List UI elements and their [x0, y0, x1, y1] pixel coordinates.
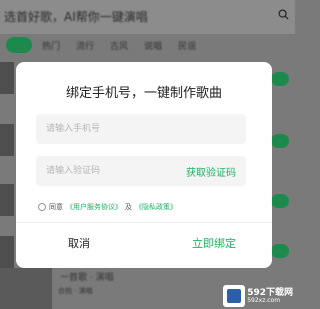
background-thumbnail	[0, 184, 14, 216]
watermark: 592下载网 592xz.com	[223, 285, 293, 307]
phone-field	[36, 114, 246, 144]
bind-now-button[interactable]: 立即绑定	[192, 235, 236, 251]
background-thumbnail	[0, 236, 14, 268]
user-agreement-link[interactable]: 《用户服务协议》	[66, 202, 122, 212]
background-tab: 说唱	[144, 41, 163, 52]
privacy-policy-link[interactable]: 《隐私政策》	[135, 202, 177, 212]
background-tabs: 热门 流行 古风 说唱 民谣	[0, 36, 295, 54]
agree-prefix: 同意	[49, 203, 63, 211]
agree-checkbox[interactable]	[38, 203, 46, 211]
agree-and: 及	[125, 203, 132, 211]
cancel-button[interactable]: 取消	[68, 235, 90, 251]
code-field: 获取验证码	[36, 156, 246, 186]
background-tab: 古风	[110, 41, 129, 52]
agreement-row: 同意 《用户服务协议》 及 《隐私政策》	[38, 201, 258, 213]
background-sing-button	[271, 244, 289, 258]
bind-phone-dialog: 绑定手机号，一键制作歌曲 获取验证码 同意 《用户服务协议》 及 《隐私政策》 …	[16, 62, 272, 268]
get-code-button[interactable]: 获取验证码	[186, 164, 236, 179]
background-tab-active	[6, 37, 32, 53]
watermark-domain: 592xz.com	[247, 296, 281, 304]
background-sing-button	[271, 134, 289, 148]
watermark-logo-mark	[227, 289, 242, 303]
watermark-text: 592下载网 592xz.com	[247, 288, 293, 304]
background-sing-button	[271, 72, 289, 86]
background-header: 选首好歌，AI帮你一键演唱	[0, 0, 295, 34]
dialog-divider	[16, 222, 272, 223]
verification-code-input[interactable]	[36, 156, 186, 186]
background-tab: 民谣	[178, 41, 197, 52]
background-item-title: 一首歌 · 演唱	[60, 273, 114, 283]
phone-input[interactable]	[36, 114, 186, 144]
background-thumbnail	[0, 124, 14, 156]
background-tab: 热门	[42, 41, 61, 52]
background-item-subtitle: 合拍 · 演唱	[58, 287, 93, 295]
search-icon	[278, 9, 289, 20]
background-tab: 流行	[76, 41, 95, 52]
background-thumbnail	[0, 62, 14, 94]
watermark-logo-icon	[223, 285, 246, 307]
background-thumbnail	[0, 268, 52, 309]
dialog-title: 绑定手机号，一键制作歌曲	[65, 86, 222, 101]
background-sing-button	[271, 194, 289, 208]
background-header-text: 选首好歌，AI帮你一键演唱	[4, 10, 148, 24]
